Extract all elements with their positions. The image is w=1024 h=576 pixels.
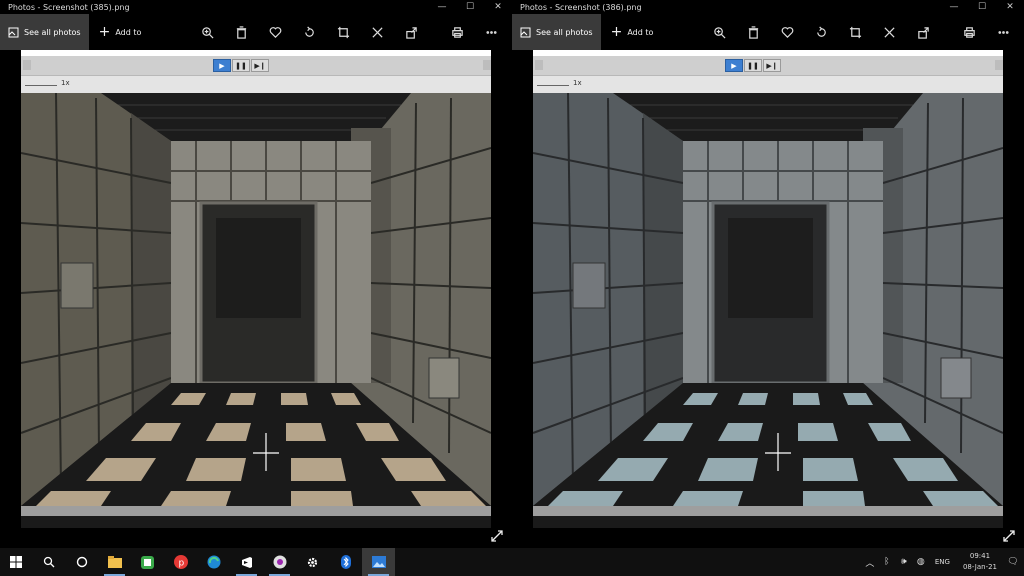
print-icon[interactable] <box>954 17 984 47</box>
delete-icon[interactable] <box>226 17 256 47</box>
share-icon[interactable] <box>396 17 426 47</box>
see-all-photos-label: See all photos <box>24 27 81 37</box>
visual-studio-icon[interactable] <box>230 548 263 576</box>
search-icon[interactable] <box>32 548 65 576</box>
minimize-icon[interactable]: — <box>940 0 968 14</box>
play-button: ▶ <box>725 59 743 72</box>
chevron-up-icon[interactable]: ︿ <box>863 555 877 569</box>
print-icon[interactable] <box>442 17 472 47</box>
crop-icon[interactable] <box>840 17 870 47</box>
window-title: Photos - Screenshot (385).png <box>8 2 130 12</box>
more-options-icon[interactable] <box>476 17 506 47</box>
add-to-button[interactable]: + Add to <box>601 25 664 39</box>
minimize-icon[interactable]: — <box>428 0 456 14</box>
photos-window-right: Photos - Screenshot (386).png — ☐ ✕ See … <box>512 0 1024 548</box>
corner-mark <box>995 60 1003 70</box>
delete-icon[interactable] <box>738 17 768 47</box>
clock-time: 09:41 <box>969 552 991 560</box>
corner-mark <box>535 60 543 70</box>
toolbar: See all photos + Add to <box>0 14 512 50</box>
pause-button: ❚❚ <box>744 59 762 72</box>
fullscreen-expand-icon[interactable] <box>490 528 504 542</box>
zoom-icon[interactable] <box>704 17 734 47</box>
favorite-heart-icon[interactable] <box>772 17 802 47</box>
red-p-app-icon[interactable]: p <box>164 548 197 576</box>
corner-mark <box>483 60 491 70</box>
edit-enhance-icon[interactable] <box>874 17 904 47</box>
media-player-bar: ▶ ❚❚ ▶❙ <box>533 56 1003 76</box>
volume-icon[interactable]: 🕪 <box>897 555 911 569</box>
favorite-heart-icon[interactable] <box>260 17 290 47</box>
rotate-icon[interactable] <box>294 17 324 47</box>
speed-label: 1x <box>573 79 582 87</box>
media-app-icon[interactable] <box>263 548 296 576</box>
room-scene-image <box>21 93 491 506</box>
rotate-icon[interactable] <box>806 17 836 47</box>
edit-enhance-icon[interactable] <box>362 17 392 47</box>
network-globe-icon[interactable]: ◍ <box>914 555 928 569</box>
system-tray: ︿ ᛒ 🕪 ◍ ENG 09:41 08-Jan-21 🗨 <box>863 551 1024 573</box>
add-to-button[interactable]: + Add to <box>89 25 152 39</box>
plus-icon: + <box>98 24 111 40</box>
notification-icon[interactable]: 🗨 <box>1006 555 1020 569</box>
settings-icon[interactable] <box>296 548 329 576</box>
close-icon[interactable]: ✕ <box>484 0 512 14</box>
play-button: ▶ <box>213 59 231 72</box>
zoom-icon[interactable] <box>192 17 222 47</box>
add-to-label: Add to <box>627 27 654 37</box>
cortana-icon[interactable] <box>65 548 98 576</box>
media-player-bar: ▶ ❚❚ ▶❙ <box>21 56 491 76</box>
clock[interactable]: 09:41 08-Jan-21 <box>957 551 1003 573</box>
photo-canvas: ▶ ❚❚ ▶❙ 1x <box>512 50 1024 548</box>
start-icon[interactable] <box>0 548 32 576</box>
fullscreen-expand-icon[interactable] <box>1002 528 1016 542</box>
photos-grid-icon <box>8 27 19 37</box>
see-all-photos-label: See all photos <box>536 27 593 37</box>
speed-label: 1x <box>61 79 70 87</box>
photos-window-left: Photos - Screenshot (385).png — ☐ ✕ See … <box>0 0 512 548</box>
language-indicator[interactable]: ENG <box>931 558 954 566</box>
step-button: ▶❙ <box>763 59 781 72</box>
edge-icon[interactable] <box>197 548 230 576</box>
speed-bar: 1x <box>21 76 491 93</box>
pause-button: ❚❚ <box>232 59 250 72</box>
step-button: ▶❙ <box>251 59 269 72</box>
file-explorer-icon[interactable] <box>98 548 131 576</box>
room-scene-image <box>533 93 1003 506</box>
close-icon[interactable]: ✕ <box>996 0 1024 14</box>
bluetooth-tray-icon[interactable]: ᛒ <box>880 555 894 569</box>
photos-grid-icon <box>520 27 531 37</box>
windows-taskbar: p ︿ ᛒ 🕪 ◍ ENG 09:41 08-Jan-21 🗨 <box>0 548 1024 576</box>
photos-icon[interactable] <box>362 548 395 576</box>
maximize-icon[interactable]: ☐ <box>456 0 484 14</box>
bluetooth-icon[interactable] <box>329 548 362 576</box>
toolbar: See all photos + Add to <box>512 14 1024 50</box>
screenshot-image: ▶ ❚❚ ▶❙ 1x <box>21 50 491 528</box>
see-all-photos-button[interactable]: See all photos <box>512 14 601 50</box>
see-all-photos-button[interactable]: See all photos <box>0 14 89 50</box>
crop-icon[interactable] <box>328 17 358 47</box>
speed-bar: 1x <box>533 76 1003 93</box>
clock-date: 08-Jan-21 <box>962 563 997 571</box>
share-icon[interactable] <box>908 17 938 47</box>
green-app-icon[interactable] <box>131 548 164 576</box>
corner-mark <box>23 60 31 70</box>
maximize-icon[interactable]: ☐ <box>968 0 996 14</box>
photo-canvas: ▶ ❚❚ ▶❙ 1x <box>0 50 512 548</box>
title-bar: Photos - Screenshot (385).png — ☐ ✕ <box>0 0 512 14</box>
window-title: Photos - Screenshot (386).png <box>520 2 642 12</box>
svg-text:p: p <box>178 559 184 569</box>
screenshot-image: ▶ ❚❚ ▶❙ 1x <box>533 50 1003 528</box>
title-bar: Photos - Screenshot (386).png — ☐ ✕ <box>512 0 1024 14</box>
plus-icon: + <box>610 24 623 40</box>
add-to-label: Add to <box>115 27 142 37</box>
more-options-icon[interactable] <box>988 17 1018 47</box>
